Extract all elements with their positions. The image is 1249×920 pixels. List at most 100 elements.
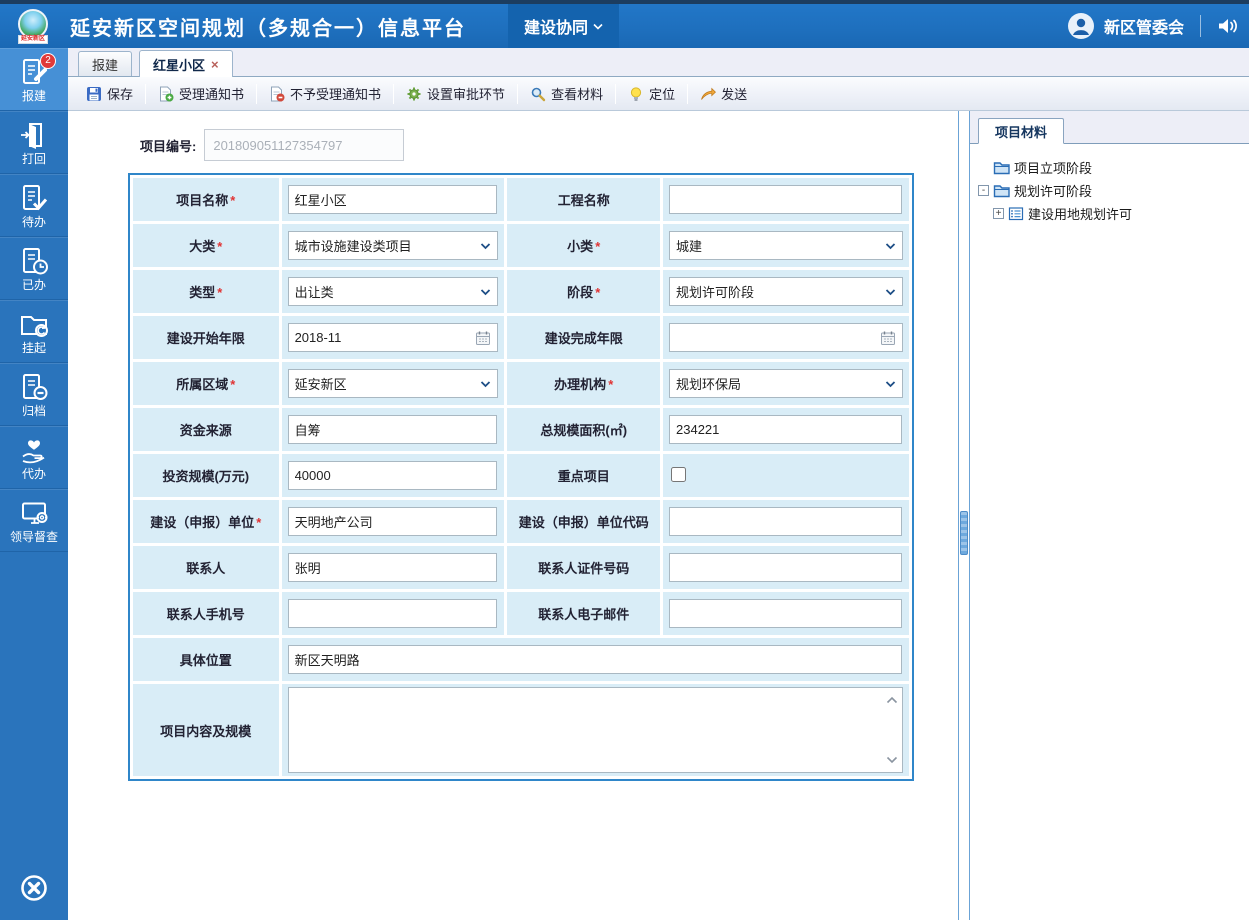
sidebar-item-baojian[interactable]: 2 报建 [0,48,68,111]
content-scale-textarea[interactable] [289,688,884,772]
contact-email-input[interactable] [669,599,902,628]
project-name-input[interactable] [288,185,498,214]
scroll-up-icon[interactable] [886,696,898,704]
tree-item-land-planning-permit[interactable]: + 建设用地规划许可 [978,202,1249,225]
unit-code-input[interactable] [669,507,902,536]
suspend-folder-icon [19,309,49,339]
panel-splitter[interactable] [958,111,970,920]
location-input[interactable] [288,645,902,674]
toolbar-button-label: 查看材料 [551,84,603,103]
chevron-down-icon [885,288,896,295]
agency-select[interactable]: 规划环保局 [669,369,903,398]
minor-category-select[interactable]: 城建 [669,231,903,260]
field-label: 重点项目 [558,469,610,484]
speaker-icon[interactable] [1217,16,1239,36]
required-asterisk: * [595,239,600,254]
approval-steps-button[interactable]: 设置审批环节 [398,81,513,106]
save-button[interactable]: 保存 [78,81,141,106]
chevron-down-icon [480,288,491,295]
locate-button[interactable]: 定位 [620,81,683,106]
tree-item-label: 建设用地规划许可 [1028,204,1132,223]
sidebar-item-label: 打回 [22,153,46,166]
sidebar-item-label: 待办 [22,216,46,229]
major-category-select[interactable]: 城市设施建设类项目 [288,231,499,260]
tab-label: 项目材料 [995,122,1047,141]
nav-menu-construction-collaboration[interactable]: 建设协同 [508,4,619,48]
toolbar-separator [145,84,146,104]
region-select[interactable]: 延安新区 [288,369,499,398]
header-divider [1200,15,1201,37]
circle-x-icon [18,872,50,904]
sidebar-item-dahui[interactable]: 打回 [0,111,68,174]
reject-notice-button[interactable]: 不予受理通知书 [261,81,389,106]
expand-toggle-icon[interactable]: + [993,208,1004,219]
investment-input[interactable] [288,461,498,490]
field-label: 联系人手机号 [167,607,245,622]
list-icon [1008,206,1024,221]
end-year-datepicker[interactable] [669,323,903,352]
calendar-icon[interactable] [880,330,896,346]
splitter-handle-icon[interactable] [960,511,968,555]
folder-icon [993,160,1010,175]
sidebar-item-daiban-agent[interactable]: 代办 [0,426,68,489]
sidebar-item-label: 挂起 [22,342,46,355]
toolbar-separator [687,84,688,104]
sidebar-item-lingdao-ducha[interactable]: 领导督查 [0,489,68,552]
funding-source-input[interactable] [288,415,498,444]
start-year-datepicker[interactable]: 2018-11 [288,323,499,352]
sidebar-item-label: 领导督查 [10,531,58,544]
tree-item-project-initiation-stage[interactable]: 项目立项阶段 [978,156,1249,179]
toolbar-button-label: 设置审批环节 [427,84,505,103]
field-label: 办理机构 [554,377,606,392]
field-label: 工程名称 [558,193,610,208]
field-label: 总规模面积(㎡) [540,423,627,438]
required-asterisk: * [256,515,261,530]
accept-notice-button[interactable]: 受理通知书 [150,81,252,106]
type-select[interactable]: 出让类 [288,277,499,306]
tree-item-planning-permit-stage[interactable]: - 规划许可阶段 [978,179,1249,202]
field-label: 资金来源 [180,423,232,438]
sidebar-item-guidang[interactable]: 归档 [0,363,68,426]
toolbar: 保存 受理通知书 不予受理通知书 [68,77,1249,111]
user-avatar[interactable] [1068,13,1094,39]
field-label: 项目内容及规模 [160,724,251,739]
engineering-name-input[interactable] [669,185,902,214]
tab-hongxing-xiaoqu[interactable]: 红星小区 × [139,50,233,77]
tab-baojian[interactable]: 报建 [78,51,132,76]
calendar-icon[interactable] [475,330,491,346]
select-value: 规划许可阶段 [676,282,754,301]
close-icon[interactable]: × [211,57,219,72]
contact-id-input[interactable] [669,553,902,582]
sidebar-item-guaqi[interactable]: 挂起 [0,300,68,363]
field-label: 联系人证件号码 [538,561,629,576]
sidebar-item-yiban[interactable]: 已办 [0,237,68,300]
construction-unit-input[interactable] [288,507,498,536]
total-area-input[interactable] [669,415,902,444]
sidebar-item-label: 已办 [22,279,46,292]
scroll-down-icon[interactable] [886,756,898,764]
toolbar-separator [256,84,257,104]
project-number-input [204,129,404,161]
return-door-icon [19,120,49,150]
contact-phone-input[interactable] [288,599,498,628]
sidebar-item-daiban-todo[interactable]: 待办 [0,174,68,237]
stage-select[interactable]: 规划许可阶段 [669,277,903,306]
key-project-checkbox[interactable] [671,467,686,482]
field-label: 建设开始年限 [167,331,245,346]
contact-input[interactable] [288,553,498,582]
chevron-down-icon [885,242,896,249]
sidebar-collapse-button[interactable] [0,872,68,920]
agent-hand-icon [19,435,49,465]
todo-doc-icon [19,183,49,213]
project-form: 项目名称* 工程名称 大类* 城市设施建设类项目 [128,173,914,781]
send-button[interactable]: 发送 [692,81,755,106]
required-asterisk: * [217,239,222,254]
user-name[interactable]: 新区管委会 [1104,14,1184,38]
sidebar-item-label: 归档 [22,405,46,418]
collapse-toggle-icon[interactable]: - [978,185,989,196]
chevron-down-icon [885,380,896,387]
tab-project-materials[interactable]: 项目材料 [978,118,1064,144]
sidebar-item-label: 报建 [22,90,46,103]
person-icon [1068,13,1094,39]
view-material-button[interactable]: 查看材料 [522,81,611,106]
